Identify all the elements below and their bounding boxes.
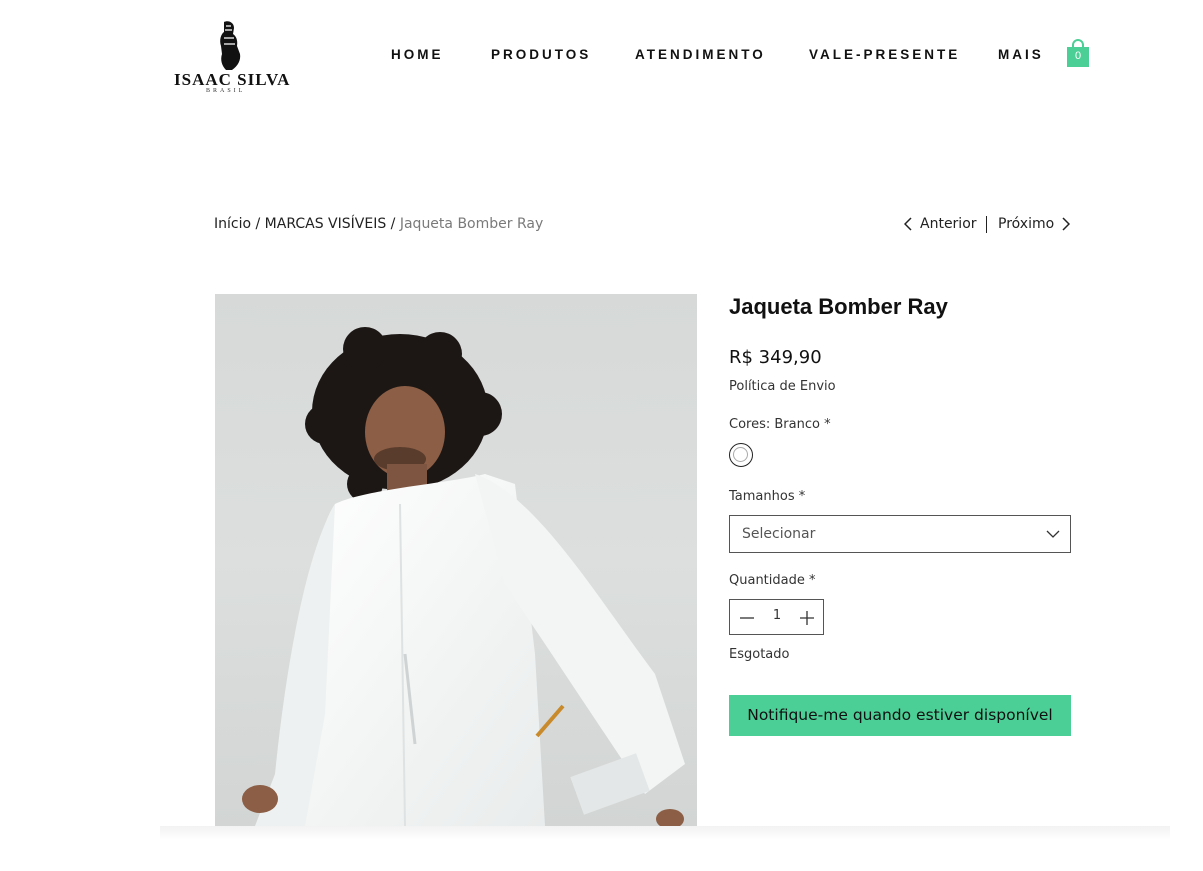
shipping-policy-link[interactable]: Política de Envio bbox=[729, 379, 836, 394]
quantity-value[interactable]: 1 bbox=[766, 608, 788, 623]
nav-home[interactable]: HOME bbox=[391, 47, 444, 62]
quantity-label: Quantidade * bbox=[729, 573, 816, 588]
nav-produtos[interactable]: PRODUTOS bbox=[491, 47, 591, 62]
breadcrumb-current: Jaqueta Bomber Ray bbox=[399, 216, 544, 232]
size-dropdown-value: Selecionar bbox=[742, 526, 816, 542]
color-swatch-fill bbox=[733, 447, 748, 462]
chevron-down-icon bbox=[1046, 530, 1060, 538]
brand-logo[interactable]: ISAAC SILVA BRASIL bbox=[170, 18, 290, 98]
size-label: Tamanhos * bbox=[729, 489, 806, 504]
product-price: R$ 349,90 bbox=[729, 347, 822, 368]
nav-vale-presente[interactable]: VALE-PRESENTE bbox=[809, 47, 960, 62]
minus-icon[interactable] bbox=[738, 609, 756, 627]
nav-atendimento[interactable]: ATENDIMENTO bbox=[635, 47, 766, 62]
product-image[interactable] bbox=[215, 294, 697, 826]
brand-name: ISAAC SILVA bbox=[174, 70, 291, 89]
product-title: Jaqueta Bomber Ray bbox=[729, 294, 948, 319]
next-label: Próximo bbox=[998, 216, 1055, 232]
size-dropdown[interactable]: Selecionar bbox=[729, 515, 1071, 553]
previous-label: Anterior bbox=[920, 216, 977, 232]
footer-divider bbox=[160, 826, 1170, 840]
logo-emblem-icon bbox=[220, 21, 241, 70]
chevron-right-icon bbox=[1062, 217, 1071, 231]
pager-divider bbox=[986, 216, 987, 233]
chevron-left-icon bbox=[904, 217, 912, 231]
color-swatch-white[interactable] bbox=[729, 443, 753, 467]
previous-product-link[interactable]: Anterior bbox=[904, 216, 977, 232]
notify-me-button[interactable]: Notifique-me quando estiver disponível bbox=[729, 695, 1071, 736]
color-label: Cores: Branco * bbox=[729, 417, 831, 432]
quantity-stepper: 1 bbox=[729, 599, 824, 635]
breadcrumb-category-link[interactable]: MARCAS VISÍVEIS bbox=[265, 216, 387, 232]
nav-mais[interactable]: MAIS bbox=[998, 47, 1044, 62]
model-wearing-jacket-image bbox=[242, 327, 685, 826]
plus-icon[interactable] bbox=[798, 609, 816, 627]
stock-status: Esgotado bbox=[729, 647, 790, 662]
cart-count: 0 bbox=[1074, 50, 1082, 62]
breadcrumb: Início / MARCAS VISÍVEIS / Jaqueta Bombe… bbox=[214, 216, 543, 232]
cart-button[interactable]: 0 bbox=[1066, 38, 1090, 68]
breadcrumb-separator: / bbox=[386, 216, 400, 232]
breadcrumb-home-link[interactable]: Início bbox=[214, 216, 251, 232]
breadcrumb-separator: / bbox=[251, 216, 265, 232]
next-product-link[interactable]: Próximo bbox=[998, 216, 1071, 232]
brand-tagline: BRASIL bbox=[206, 88, 246, 94]
